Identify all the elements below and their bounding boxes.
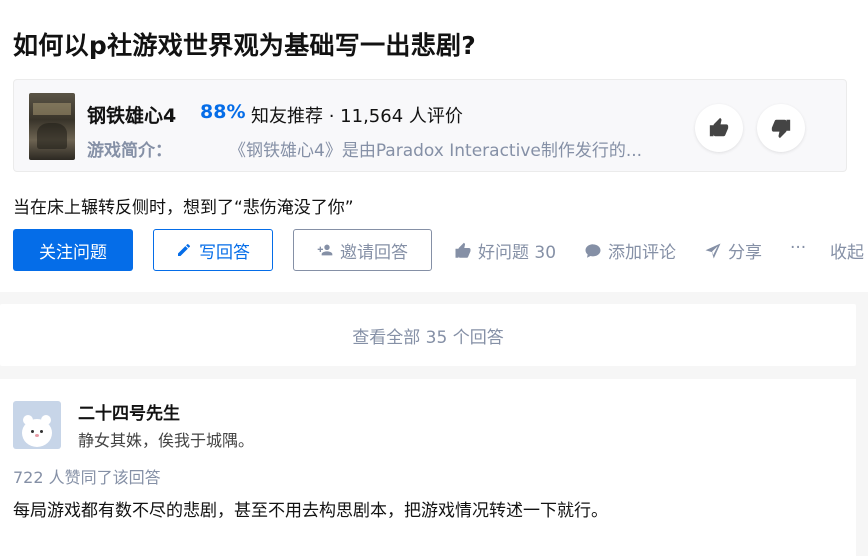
game-name[interactable]: 钢铁雄心4 xyxy=(87,101,176,128)
more-button[interactable]: ··· xyxy=(790,238,806,258)
view-all-answers-label: 查看全部 35 个回答 xyxy=(352,327,504,348)
view-all-answers-button[interactable]: 查看全部 35 个回答 xyxy=(0,304,856,366)
game-cover-image[interactable] xyxy=(29,93,75,160)
invite-answer-button[interactable]: 邀请回答 xyxy=(293,229,432,271)
question-title: 如何以p社游戏世界观为基础写一出悲剧? xyxy=(13,31,477,60)
paper-plane-icon xyxy=(705,243,721,258)
answer-excerpt[interactable]: 每局游戏都有数不尽的悲剧，甚至不用去构思剧本，把游戏情况转述一下就行。 xyxy=(13,496,608,521)
add-comment-button[interactable]: 添加评论 xyxy=(584,238,676,263)
comment-bubble-icon xyxy=(585,243,601,258)
question-card: 如何以p社游戏世界观为基础写一出悲剧? 钢铁雄心4 88% 知友推荐 · 11,… xyxy=(0,0,868,292)
write-answer-button[interactable]: 写回答 xyxy=(153,229,273,271)
good-question-label: 好问题 30 xyxy=(478,243,557,263)
author-bio: 静女其姝，俟我于城隅。 xyxy=(78,431,255,450)
bear-eye-left xyxy=(31,430,34,433)
collapse-label: 收起 xyxy=(830,243,864,263)
bear-head xyxy=(22,419,52,447)
follow-question-label: 关注问题 xyxy=(39,242,107,263)
thumb-up-icon xyxy=(709,117,729,137)
collapse-button[interactable]: 收起 xyxy=(830,238,864,263)
share-label: 分享 xyxy=(728,243,762,263)
recommend-button[interactable] xyxy=(695,104,743,152)
good-question-button[interactable]: 好问题 30 xyxy=(454,238,556,263)
add-comment-label: 添加评论 xyxy=(608,243,676,263)
share-button[interactable]: 分享 xyxy=(704,238,762,263)
invite-answer-label: 邀请回答 xyxy=(340,242,408,263)
question-detail: 当在床上辗转反侧时，想到了“悲伤淹没了你” xyxy=(13,198,354,218)
avatar[interactable] xyxy=(13,401,61,449)
thumb-down-icon xyxy=(771,119,791,139)
game-card[interactable]: 钢铁雄心4 88% 知友推荐 · 11,564 人评价 游戏简介： 《钢铁雄心4… xyxy=(13,79,847,172)
not-recommend-button[interactable] xyxy=(757,104,805,152)
bear-nose xyxy=(35,434,39,437)
follow-question-button[interactable]: 关注问题 xyxy=(13,229,133,271)
game-rating-label: 知友推荐 · 11,564 人评价 xyxy=(251,106,463,127)
game-rating: 88% xyxy=(200,101,246,123)
thumb-up-icon xyxy=(455,242,471,258)
add-user-icon xyxy=(317,244,333,256)
vote-count: 722 人赞同了该回答 xyxy=(13,468,161,487)
answer-card: 二十四号先生 静女其姝，俟我于城隅。 722 人赞同了该回答 每局游戏都有数不尽… xyxy=(0,379,856,556)
more-icon: ··· xyxy=(790,238,807,258)
author-name[interactable]: 二十四号先生 xyxy=(78,399,180,424)
game-intro-label: 游戏简介： xyxy=(87,141,172,161)
pencil-icon xyxy=(178,243,190,256)
game-intro-text: 《钢铁雄心4》是由Paradox Interactive制作发行的... xyxy=(229,141,643,161)
bear-eye-right xyxy=(40,430,43,433)
write-answer-label: 写回答 xyxy=(199,242,250,263)
